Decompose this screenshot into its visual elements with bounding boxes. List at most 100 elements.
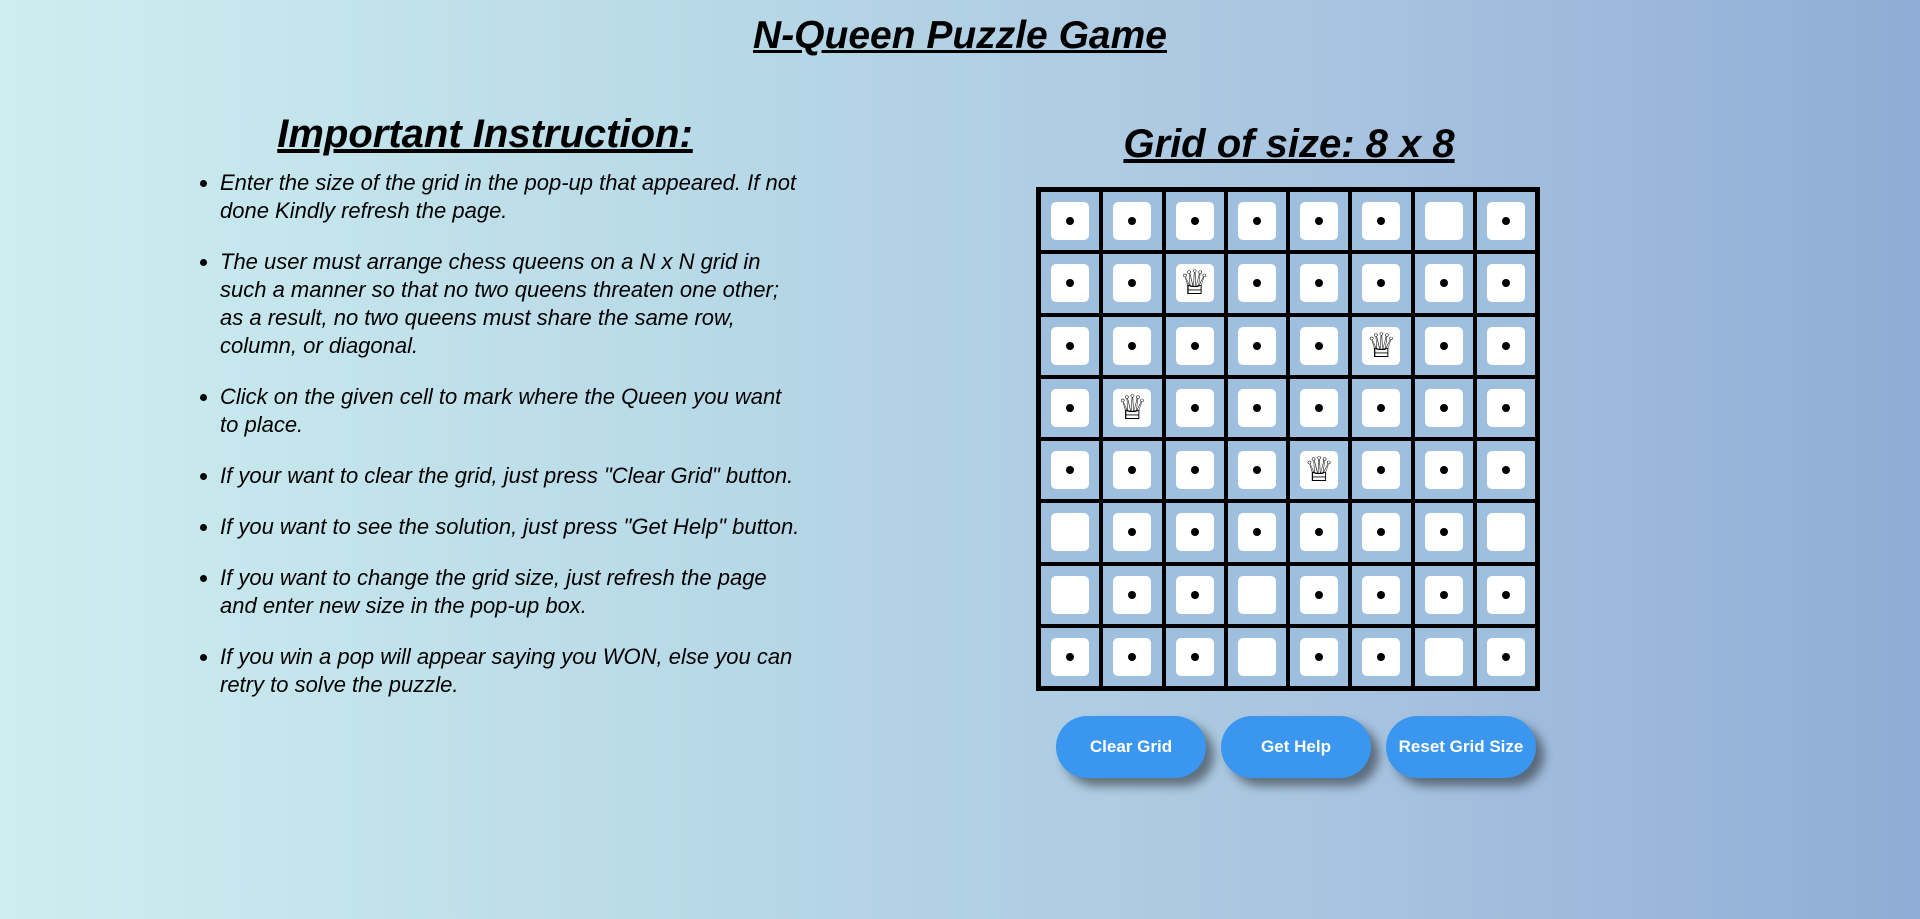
board-cell[interactable] — [1163, 501, 1226, 564]
board-cell[interactable] — [1288, 376, 1351, 439]
board-cell[interactable]: ♕ — [1163, 252, 1226, 315]
attacked-dot-icon — [1066, 217, 1075, 226]
attacked-dot-icon — [1190, 590, 1199, 599]
cell-square — [1237, 388, 1276, 427]
cell-square — [1424, 202, 1463, 241]
attacked-dot-icon — [1377, 528, 1386, 537]
board-cell[interactable] — [1225, 190, 1288, 253]
board-cell[interactable] — [1474, 376, 1537, 439]
board-cell[interactable] — [1288, 252, 1351, 315]
board-cell[interactable] — [1039, 563, 1102, 626]
board-cell[interactable] — [1350, 252, 1413, 315]
cell-square — [1362, 451, 1401, 490]
attacked-dot-icon — [1439, 466, 1448, 475]
board-cell[interactable] — [1350, 439, 1413, 502]
cell-square — [1175, 513, 1214, 552]
board-cell[interactable] — [1039, 625, 1102, 688]
cell-square — [1051, 388, 1090, 427]
board-cell[interactable] — [1288, 501, 1351, 564]
board-cell[interactable] — [1039, 252, 1102, 315]
board-cell[interactable]: ♕ — [1350, 314, 1413, 377]
board-cell[interactable] — [1412, 252, 1475, 315]
board-cell[interactable] — [1225, 314, 1288, 377]
board-cell[interactable] — [1225, 252, 1288, 315]
board-cell[interactable]: ♕ — [1101, 376, 1164, 439]
clear-grid-button[interactable]: Clear Grid — [1056, 716, 1206, 778]
board-cell[interactable] — [1101, 252, 1164, 315]
board-cell[interactable] — [1101, 439, 1164, 502]
attacked-dot-icon — [1501, 590, 1510, 599]
board-cell[interactable] — [1225, 376, 1288, 439]
attacked-dot-icon — [1252, 466, 1261, 475]
reset-grid-size-button[interactable]: Reset Grid Size — [1386, 716, 1536, 778]
cell-square: ♕ — [1362, 326, 1401, 365]
board-cell[interactable] — [1225, 439, 1288, 502]
attacked-dot-icon — [1439, 528, 1448, 537]
cell-square — [1051, 326, 1090, 365]
board-cell[interactable] — [1101, 190, 1164, 253]
board-cell[interactable] — [1039, 501, 1102, 564]
board-cell[interactable] — [1039, 376, 1102, 439]
cell-square — [1362, 388, 1401, 427]
board-cell[interactable] — [1412, 625, 1475, 688]
board-cell[interactable] — [1225, 501, 1288, 564]
board-cell[interactable] — [1350, 625, 1413, 688]
cell-square — [1113, 637, 1152, 676]
board-cell[interactable] — [1101, 563, 1164, 626]
board-cell[interactable] — [1350, 376, 1413, 439]
board-cell[interactable] — [1288, 563, 1351, 626]
board-cell[interactable] — [1412, 314, 1475, 377]
board-cell[interactable] — [1350, 501, 1413, 564]
cell-square — [1175, 637, 1214, 676]
attacked-dot-icon — [1128, 590, 1137, 599]
board-cell[interactable] — [1474, 439, 1537, 502]
board-cell[interactable] — [1474, 625, 1537, 688]
board-cell[interactable] — [1163, 625, 1226, 688]
cell-square — [1424, 575, 1463, 614]
board-cell[interactable] — [1288, 314, 1351, 377]
board-cell[interactable] — [1474, 314, 1537, 377]
queen-icon: ♕ — [1366, 326, 1397, 365]
board-cell[interactable] — [1039, 190, 1102, 253]
cell-square — [1362, 264, 1401, 303]
board-cell[interactable] — [1163, 314, 1226, 377]
attacked-dot-icon — [1377, 466, 1386, 475]
board-cell[interactable] — [1474, 190, 1537, 253]
board-cell[interactable] — [1412, 190, 1475, 253]
board-cell[interactable] — [1474, 252, 1537, 315]
board-cell[interactable] — [1101, 625, 1164, 688]
board-cell[interactable] — [1101, 501, 1164, 564]
board-cell[interactable] — [1288, 190, 1351, 253]
cell-square — [1113, 451, 1152, 490]
board-cell[interactable] — [1163, 439, 1226, 502]
attacked-dot-icon — [1439, 341, 1448, 350]
attacked-dot-icon — [1252, 217, 1261, 226]
attacked-dot-icon — [1190, 652, 1199, 661]
board-cell[interactable] — [1225, 625, 1288, 688]
board-cell[interactable] — [1163, 376, 1226, 439]
board-cell[interactable] — [1350, 563, 1413, 626]
board-cell[interactable] — [1288, 625, 1351, 688]
board-cell[interactable] — [1163, 190, 1226, 253]
cell-square — [1300, 202, 1339, 241]
get-help-button[interactable]: Get Help — [1221, 716, 1371, 778]
board-cell[interactable] — [1039, 314, 1102, 377]
board-cell[interactable] — [1225, 563, 1288, 626]
board-cell[interactable] — [1039, 439, 1102, 502]
board-cell[interactable] — [1412, 563, 1475, 626]
cell-square — [1113, 264, 1152, 303]
board-cell[interactable] — [1412, 501, 1475, 564]
board-cell[interactable]: ♕ — [1288, 439, 1351, 502]
board-cell[interactable] — [1350, 190, 1413, 253]
board-cell[interactable] — [1101, 314, 1164, 377]
board-cell[interactable] — [1412, 439, 1475, 502]
board-cell[interactable] — [1474, 501, 1537, 564]
board-cell[interactable] — [1412, 376, 1475, 439]
attacked-dot-icon — [1066, 652, 1075, 661]
instructions-list: Enter the size of the grid in the pop-up… — [190, 169, 830, 699]
attacked-dot-icon — [1501, 403, 1510, 412]
board-cell[interactable] — [1163, 563, 1226, 626]
board-cell[interactable] — [1474, 563, 1537, 626]
attacked-dot-icon — [1128, 279, 1137, 288]
cell-square — [1300, 513, 1339, 552]
